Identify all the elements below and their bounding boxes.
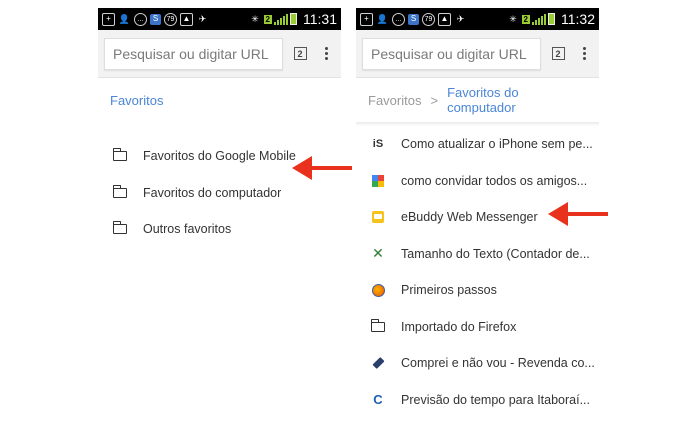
tag-favicon-icon — [371, 357, 385, 370]
list-item-label: Tamanho do Texto (Contador de... — [401, 246, 590, 261]
url-input[interactable]: Pesquisar ou digitar URL — [362, 37, 541, 70]
ebuddy-favicon-icon — [372, 211, 384, 224]
breadcrumb: Favoritos > Favoritos do computador — [356, 78, 599, 122]
tab-count: 2 — [293, 47, 307, 60]
status-bar: + 👤 … S 79 ▲ ✈ ✳ 2 11:31 — [98, 8, 341, 30]
list-item-label: Outros favoritos — [143, 222, 232, 237]
is-favicon-icon: iS — [372, 138, 384, 151]
bookmark-item[interactable]: como convidar todos os amigos... — [356, 163, 599, 200]
list-item-label: Importado do Firefox — [401, 319, 517, 334]
phone-screen-left: + 👤 … S 79 ▲ ✈ ✳ 2 11:31 Pesquisar ou di… — [98, 8, 341, 424]
folder-icon — [370, 318, 385, 332]
chat-icon: … — [134, 12, 147, 26]
signal-icon: ✈ — [198, 13, 207, 24]
list-item-label: Previsão do tempo para Itaboraí... — [401, 392, 590, 407]
bookmark-folder[interactable]: Importado do Firefox — [356, 309, 599, 346]
annotation-arrow-right — [548, 202, 608, 226]
c-favicon-icon: C — [373, 392, 383, 408]
battery-icon — [548, 13, 555, 25]
bookmark-item[interactable]: C Previsão do tempo para Itaboraí... — [356, 382, 599, 419]
plus-icon: + — [102, 12, 115, 26]
annotation-arrow-left — [292, 156, 352, 180]
plus-icon: + — [360, 12, 373, 26]
wifi-badge: 2 — [521, 14, 530, 24]
cell-signal-icon — [274, 13, 288, 25]
x-favicon-icon: ✕ — [372, 245, 384, 262]
firefox-favicon-icon — [371, 283, 385, 297]
folder-icon — [112, 184, 127, 198]
browser-toolbar: Pesquisar ou digitar URL 2 — [98, 30, 341, 78]
folder-icon — [112, 148, 127, 162]
list-item-label: eBuddy Web Messenger — [401, 210, 538, 225]
skype-icon: S — [150, 13, 161, 25]
url-placeholder: Pesquisar ou digitar URL — [113, 45, 269, 62]
person-icon: 👤 — [118, 13, 131, 24]
browser-toolbar: Pesquisar ou digitar URL 2 — [356, 30, 599, 78]
bookmark-item[interactable]: Primeiros passos — [356, 272, 599, 309]
breadcrumb-current[interactable]: Favoritos do computador — [447, 85, 587, 115]
bookmark-item[interactable]: ✕ Tamanho do Texto (Contador de... — [356, 236, 599, 273]
overflow-menu-icon[interactable] — [575, 47, 593, 60]
image-icon: ▲ — [180, 12, 193, 26]
url-placeholder: Pesquisar ou digitar URL — [371, 45, 527, 62]
google-favicon-icon — [372, 174, 384, 187]
cell-signal-icon — [532, 13, 546, 25]
url-input[interactable]: Pesquisar ou digitar URL — [104, 37, 283, 70]
folder-icon — [112, 221, 127, 235]
wifi-badge: 2 — [263, 14, 272, 24]
list-item-label: Comprei e não vou - Revenda co... — [401, 356, 595, 371]
list-item-label: Primeiros passos — [401, 283, 497, 298]
overflow-menu-icon[interactable] — [317, 47, 335, 60]
breadcrumb-parent[interactable]: Favoritos — [368, 93, 421, 108]
signal-icon: ✈ — [456, 13, 465, 24]
breadcrumb: Favoritos — [98, 78, 341, 122]
breadcrumb-current[interactable]: Favoritos — [110, 93, 163, 108]
bookmarks-list: iS Como atualizar o iPhone sem pe... com… — [356, 126, 599, 418]
wifi-icon: ✳ — [509, 13, 517, 24]
status-time: 11:32 — [561, 11, 595, 27]
tab-switcher-button[interactable]: 2 — [283, 47, 317, 60]
status-bar: + 👤 … S 79 ▲ ✈ ✳ 2 11:32 — [356, 8, 599, 30]
bookmarks-list: Favoritos do Google Mobile Favoritos do … — [98, 122, 341, 248]
tab-count: 2 — [551, 47, 565, 60]
list-item-label: Favoritos do computador — [143, 185, 282, 200]
list-item-label: como convidar todos os amigos... — [401, 173, 588, 188]
79-badge-icon: 79 — [164, 12, 177, 26]
tab-switcher-button[interactable]: 2 — [541, 47, 575, 60]
battery-icon — [290, 13, 297, 25]
skype-icon: S — [408, 13, 419, 25]
wifi-icon: ✳ — [251, 13, 259, 24]
chat-icon: … — [392, 12, 405, 26]
list-item-label: Favoritos do Google Mobile — [143, 149, 296, 164]
breadcrumb-chevron-icon: > — [430, 92, 439, 108]
bookmark-folder-outros[interactable]: Outros favoritos — [98, 211, 341, 248]
79-badge-icon: 79 — [422, 12, 435, 26]
status-time: 11:31 — [303, 11, 337, 27]
list-item-label: Como atualizar o iPhone sem pe... — [401, 137, 593, 152]
image-icon: ▲ — [438, 12, 451, 26]
person-icon: 👤 — [376, 13, 389, 24]
bookmark-item[interactable]: Comprei e não vou - Revenda co... — [356, 345, 599, 382]
bookmark-item[interactable]: iS Como atualizar o iPhone sem pe... — [356, 126, 599, 163]
